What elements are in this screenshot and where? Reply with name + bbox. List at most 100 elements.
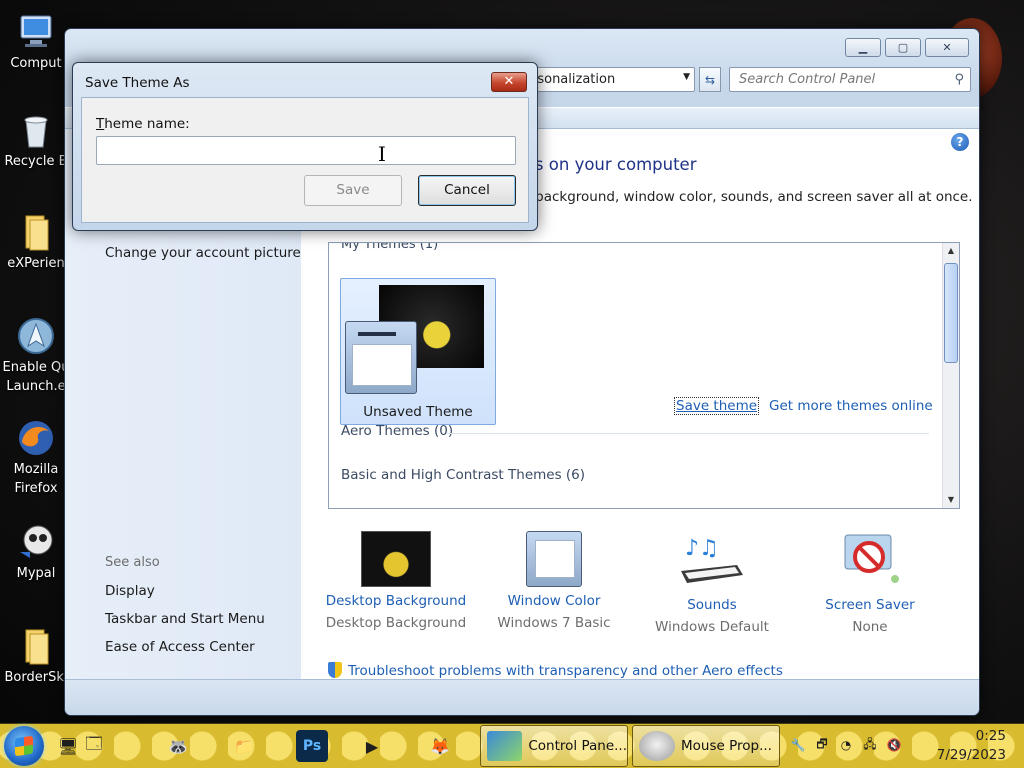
page-title: nds on your computer <box>514 155 697 174</box>
sidebar-link-ease-of-access[interactable]: Ease of Access Center <box>105 639 255 655</box>
shield-icon <box>328 662 342 678</box>
save-button[interactable]: Save <box>304 175 402 206</box>
desktop-icon-label: Comput <box>10 56 62 71</box>
see-also-heading: See also <box>105 555 160 570</box>
save-theme-link[interactable]: Save theme <box>674 397 760 415</box>
taskbar-control-panel[interactable]: Control Pane... <box>480 725 628 767</box>
close-icon: ✕ <box>503 74 515 89</box>
change-account-picture-link[interactable]: Change your account picture <box>105 245 301 261</box>
theme-list[interactable]: My Themes (1) Unsaved Theme Save theme G… <box>328 242 960 509</box>
sounds-value: Windows Default <box>655 619 769 635</box>
mouse-icon <box>639 731 675 761</box>
theme-tile-name: Unsaved Theme <box>363 404 473 420</box>
window-color-value: Windows 7 Basic <box>497 615 611 631</box>
close-button[interactable]: ✕ <box>925 38 969 57</box>
tray-icon-network[interactable]: 🖧 <box>860 732 880 758</box>
sidebar-link-display[interactable]: Display <box>105 583 155 599</box>
media-player-icon[interactable]: ▶ <box>356 730 388 762</box>
control-panel-icon <box>487 731 523 761</box>
desktop-icon-experience-folder[interactable]: eXPerien <box>0 212 72 273</box>
firefox-icon <box>19 421 53 455</box>
refresh-icon: ⇆ <box>704 72 716 87</box>
sidebar-link-taskbar[interactable]: Taskbar and Start Menu <box>105 611 265 627</box>
theme-name-label: Theme name: <box>96 116 190 132</box>
theme-name-label-rest: heme name: <box>104 116 190 132</box>
desktop-background-link[interactable]: Desktop Background <box>316 593 476 609</box>
desktop-background-item[interactable]: Desktop Background Desktop Background <box>316 531 476 631</box>
my-themes-header: My Themes (1) <box>341 242 439 252</box>
text-cursor-icon: I <box>378 142 386 166</box>
screen-saver-value: None <box>852 619 888 635</box>
desktop-background-icon <box>361 531 431 587</box>
desktop-icon-label: Recycle B <box>4 154 68 169</box>
window-color-icon <box>526 531 582 587</box>
start-button[interactable] <box>4 726 44 766</box>
desktop-icon-label: Mozilla Firefox <box>13 462 59 496</box>
chevron-down-icon[interactable]: ▼ <box>683 72 690 82</box>
explorer-folder-icon[interactable]: 📁 <box>228 730 260 762</box>
firefox-icon[interactable]: 🦊 <box>424 730 456 762</box>
dialog-close-button[interactable]: ✕ <box>491 72 527 92</box>
tray-icon-gauge[interactable]: ◔ <box>836 732 856 758</box>
switch-windows-icon[interactable]: 🗔 <box>78 730 110 762</box>
desktop-icon-borderskin-folder[interactable]: BorderSki <box>0 626 72 687</box>
page-description: op background, window color, sounds, and… <box>514 189 973 205</box>
task-label: Control Pane... <box>528 738 627 754</box>
window-color-link[interactable]: Window Color <box>474 593 634 609</box>
clock[interactable]: 0:25 7/29/2023 <box>937 727 1006 765</box>
scroll-down-arrow-icon[interactable]: ▼ <box>943 492 959 508</box>
help-icon[interactable]: ? <box>951 133 969 151</box>
svg-text:♪♫: ♪♫ <box>685 536 719 561</box>
address-bar[interactable]: rsonalization ▼ <box>525 67 695 92</box>
desktop-icon-mypal[interactable]: Mypal <box>0 522 72 583</box>
search-placeholder: Search Control Panel <box>739 72 876 87</box>
dialog-title: Save Theme As <box>85 75 190 91</box>
task-label: Mouse Prop... <box>681 738 772 754</box>
minimize-icon: ▁ <box>858 41 868 54</box>
desktop-background-value: Desktop Background <box>325 615 467 631</box>
screen-saver-link[interactable]: Screen Saver <box>790 597 950 613</box>
theme-name-input[interactable] <box>96 136 516 165</box>
desktop-icon-computer[interactable]: Comput <box>0 12 72 73</box>
window-color-item[interactable]: Window Color Windows 7 Basic <box>474 531 634 631</box>
desktop-icon-enable-quick-launch[interactable]: Enable Qu Launch.e <box>0 316 72 396</box>
close-icon: ✕ <box>942 41 952 54</box>
sounds-item[interactable]: ♪♫ Sounds Windows Default <box>632 531 792 635</box>
photoshop-icon[interactable]: Ps <box>296 730 328 762</box>
taskbar-mouse-properties[interactable]: Mouse Prop... <box>632 725 780 767</box>
scroll-up-arrow-icon[interactable]: ▲ <box>943 243 959 259</box>
screen-saver-item[interactable]: Screen Saver None <box>790 531 950 635</box>
desktop-icon-firefox[interactable]: Mozilla Firefox <box>0 418 72 498</box>
refresh-button[interactable]: ⇆ <box>699 67 721 92</box>
taskbar: 🖥 🗔 🦝 📁 Ps ▶ 🦊 Control Pane... Mouse Pro… <box>0 723 1024 768</box>
troubleshoot-link[interactable]: Troubleshoot problems with transparency … <box>328 662 783 679</box>
raccoon-app-icon[interactable]: 🦝 <box>162 730 194 762</box>
theme-tile-unsaved[interactable]: Unsaved Theme <box>340 278 496 425</box>
tray-icon-window[interactable]: 🗗 <box>812 732 832 758</box>
notification-area: 🔧 🗗 ◔ 🖧 🔇 <box>788 732 904 758</box>
maximize-button[interactable]: ▢ <box>885 38 921 57</box>
computer-icon <box>20 15 52 47</box>
window-controls: ▁ ▢ ✕ <box>845 38 969 57</box>
basic-themes-header: Basic and High Contrast Themes (6) <box>341 467 586 483</box>
folder-icon <box>25 215 49 251</box>
desktop-icon-recycle-bin[interactable]: Recycle B <box>0 110 72 171</box>
desktop-icon-label: eXPerien <box>7 256 65 271</box>
screen-saver-icon <box>844 534 899 583</box>
folder-icon <box>25 629 49 665</box>
troubleshoot-label: Troubleshoot problems with transparency … <box>348 663 783 679</box>
minimize-button[interactable]: ▁ <box>845 38 881 57</box>
tray-icon-tools[interactable]: 🔧 <box>788 732 808 758</box>
scrollbar-thumb[interactable] <box>944 263 958 363</box>
sounds-link[interactable]: Sounds <box>632 597 792 613</box>
search-input[interactable]: Search Control Panel ⚲ <box>729 67 971 92</box>
mypal-icon <box>20 525 53 558</box>
maximize-icon: ▢ <box>897 41 909 54</box>
status-bar <box>65 679 979 715</box>
cancel-button[interactable]: Cancel <box>418 175 516 206</box>
search-icon[interactable]: ⚲ <box>954 72 964 87</box>
theme-list-scrollbar[interactable]: ▲ ▼ <box>942 243 959 508</box>
get-more-themes-link[interactable]: Get more themes online <box>769 398 933 414</box>
volume-muted-icon[interactable]: 🔇 <box>884 732 904 758</box>
sounds-icon: ♪♫ <box>681 536 743 583</box>
